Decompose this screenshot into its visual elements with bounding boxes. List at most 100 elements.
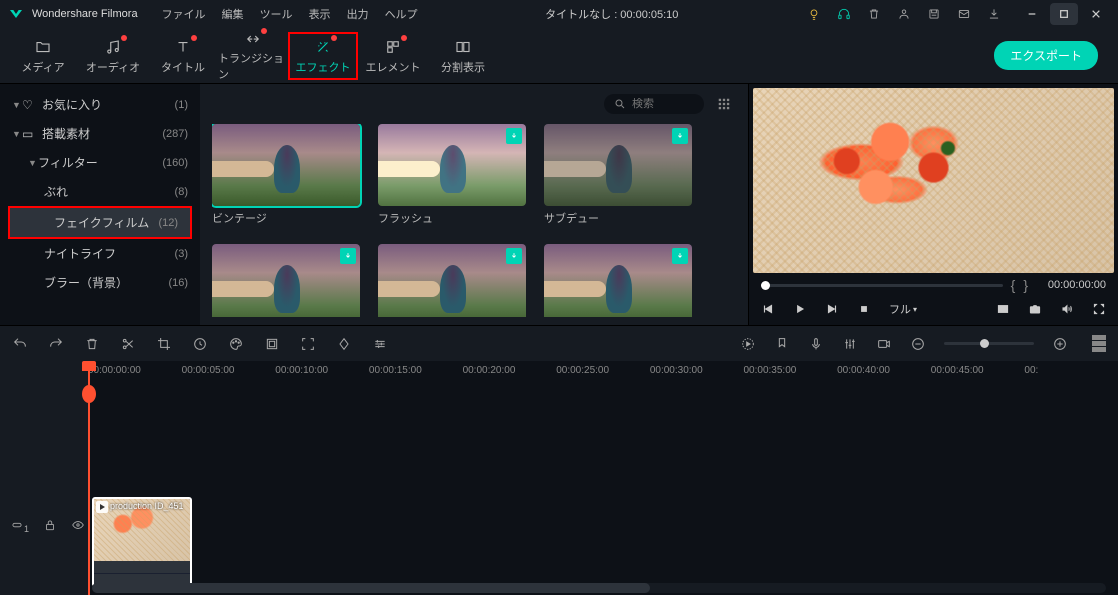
- timeline-clip[interactable]: production ID_451: [92, 497, 192, 587]
- tab-transitions[interactable]: トランジション: [218, 32, 288, 80]
- clip-play-icon: [96, 501, 108, 513]
- download-badge-icon: [506, 248, 522, 264]
- effect-item[interactable]: [212, 244, 360, 317]
- undo-icon[interactable]: [12, 336, 28, 352]
- lock-icon[interactable]: [43, 518, 57, 535]
- heart-icon: ♡: [22, 98, 38, 112]
- scrollbar-thumb[interactable]: [92, 583, 650, 593]
- quality-select[interactable]: フル▾: [889, 301, 917, 317]
- voiceover-icon[interactable]: [808, 336, 824, 352]
- sidebar-bg-blur[interactable]: ブラー（背景）(16): [0, 268, 200, 297]
- delete-icon[interactable]: [84, 336, 100, 352]
- split-icon: [453, 37, 473, 57]
- aspect-icon[interactable]: [996, 302, 1010, 316]
- effect-item[interactable]: [544, 244, 692, 317]
- effect-vintage[interactable]: ビンテージ: [212, 124, 360, 226]
- sidebar-favorites[interactable]: ▼♡お気に入り(1): [0, 90, 200, 119]
- export-button[interactable]: エクスポート: [994, 41, 1098, 70]
- grid-view-icon[interactable]: [712, 92, 736, 116]
- tab-media[interactable]: メディア: [8, 32, 78, 80]
- download-icon[interactable]: [986, 6, 1002, 22]
- detect-icon[interactable]: [300, 336, 316, 352]
- download-badge-icon: [672, 248, 688, 264]
- menu-help[interactable]: ヘルプ: [385, 6, 418, 22]
- app-logo-icon: [8, 6, 24, 22]
- music-icon: [103, 37, 123, 57]
- track-size-icon[interactable]: [1092, 335, 1106, 352]
- titlebar: Wondershare Filmora ファイル 編集 ツール 表示 出力 ヘル…: [0, 0, 1118, 28]
- menu-edit[interactable]: 編集: [222, 6, 244, 22]
- split-icon[interactable]: [120, 336, 136, 352]
- tips-icon[interactable]: [806, 6, 822, 22]
- playhead[interactable]: [88, 361, 90, 595]
- keyframe-icon[interactable]: [336, 336, 352, 352]
- mark-out-icon[interactable]: }: [1023, 277, 1028, 293]
- sidebar-builtin[interactable]: ▼▭搭載素材(287): [0, 119, 200, 148]
- menu-view[interactable]: 表示: [309, 6, 331, 22]
- zoom-in-icon[interactable]: [1052, 336, 1068, 352]
- timeline-scrollbar[interactable]: [92, 583, 1106, 593]
- effects-icon: [313, 37, 333, 57]
- prev-frame-button[interactable]: [761, 302, 775, 316]
- volume-icon[interactable]: [1060, 302, 1074, 316]
- redo-icon[interactable]: [48, 336, 64, 352]
- close-button[interactable]: [1082, 3, 1110, 25]
- color-icon[interactable]: [228, 336, 244, 352]
- scrub-track[interactable]: [761, 284, 1003, 287]
- marker-icon[interactable]: [774, 336, 790, 352]
- effect-flash[interactable]: フラッシュ: [378, 124, 526, 226]
- render-icon[interactable]: [740, 336, 756, 352]
- stop-button[interactable]: [857, 302, 871, 316]
- account-icon[interactable]: [896, 6, 912, 22]
- sidebar-filters[interactable]: ▼フィルター(160): [0, 148, 200, 177]
- search-input[interactable]: [632, 98, 692, 110]
- mixer-icon[interactable]: [842, 336, 858, 352]
- mail-icon[interactable]: [956, 6, 972, 22]
- minimize-button[interactable]: [1018, 3, 1046, 25]
- fullscreen-icon[interactable]: [1092, 302, 1106, 316]
- effect-subdue[interactable]: サブデュー: [544, 124, 692, 226]
- tab-audio[interactable]: オーディオ: [78, 32, 148, 80]
- zoom-out-icon[interactable]: [910, 336, 926, 352]
- adjust-icon[interactable]: [372, 336, 388, 352]
- folder-icon: [33, 37, 53, 57]
- snapshot-icon[interactable]: [1028, 302, 1042, 316]
- save-icon[interactable]: [926, 6, 942, 22]
- maximize-button[interactable]: [1050, 3, 1078, 25]
- play-button[interactable]: [793, 302, 807, 316]
- effect-item[interactable]: [378, 244, 526, 317]
- scrub-handle[interactable]: [761, 281, 770, 290]
- preview-viewport[interactable]: [753, 88, 1114, 273]
- chevron-down-icon: ▼: [28, 158, 38, 168]
- menu-tools[interactable]: ツール: [260, 6, 293, 22]
- trash-icon[interactable]: [866, 6, 882, 22]
- zoom-slider[interactable]: [944, 342, 1034, 345]
- tab-titles[interactable]: タイトル: [148, 32, 218, 80]
- sidebar-fauxfilm[interactable]: フェイクフィルム(12): [10, 208, 190, 237]
- menu-output[interactable]: 出力: [347, 6, 369, 22]
- record-icon[interactable]: [876, 336, 892, 352]
- mark-in-icon[interactable]: {: [1011, 277, 1016, 293]
- green-screen-icon[interactable]: [264, 336, 280, 352]
- visibility-icon[interactable]: [71, 518, 85, 535]
- tab-effects[interactable]: エフェクト: [288, 32, 358, 80]
- support-icon[interactable]: [836, 6, 852, 22]
- search-box[interactable]: [604, 94, 704, 114]
- app-name: Wondershare Filmora: [32, 8, 138, 20]
- track-toggle-icon[interactable]: 1: [10, 518, 29, 535]
- title-actions: [806, 6, 1002, 22]
- crop-icon[interactable]: [156, 336, 172, 352]
- scrub-bar: {} 00:00:00:00: [749, 277, 1118, 293]
- sidebar-blur[interactable]: ぶれ(8): [0, 177, 200, 206]
- tab-split[interactable]: 分割表示: [428, 32, 498, 80]
- menu-file[interactable]: ファイル: [162, 6, 206, 22]
- next-frame-button[interactable]: [825, 302, 839, 316]
- folder-icon: ▭: [22, 127, 38, 141]
- sidebar-nightlife[interactable]: ナイトライフ(3): [0, 239, 200, 268]
- zoom-handle[interactable]: [980, 339, 989, 348]
- timeline-ruler[interactable]: 00:00:00:00 00:00:05:00 00:00:10:00 00:0…: [88, 361, 1118, 383]
- preview-controls: フル▾: [749, 293, 1118, 325]
- search-icon: [614, 98, 626, 110]
- speed-icon[interactable]: [192, 336, 208, 352]
- tab-elements[interactable]: エレメント: [358, 32, 428, 80]
